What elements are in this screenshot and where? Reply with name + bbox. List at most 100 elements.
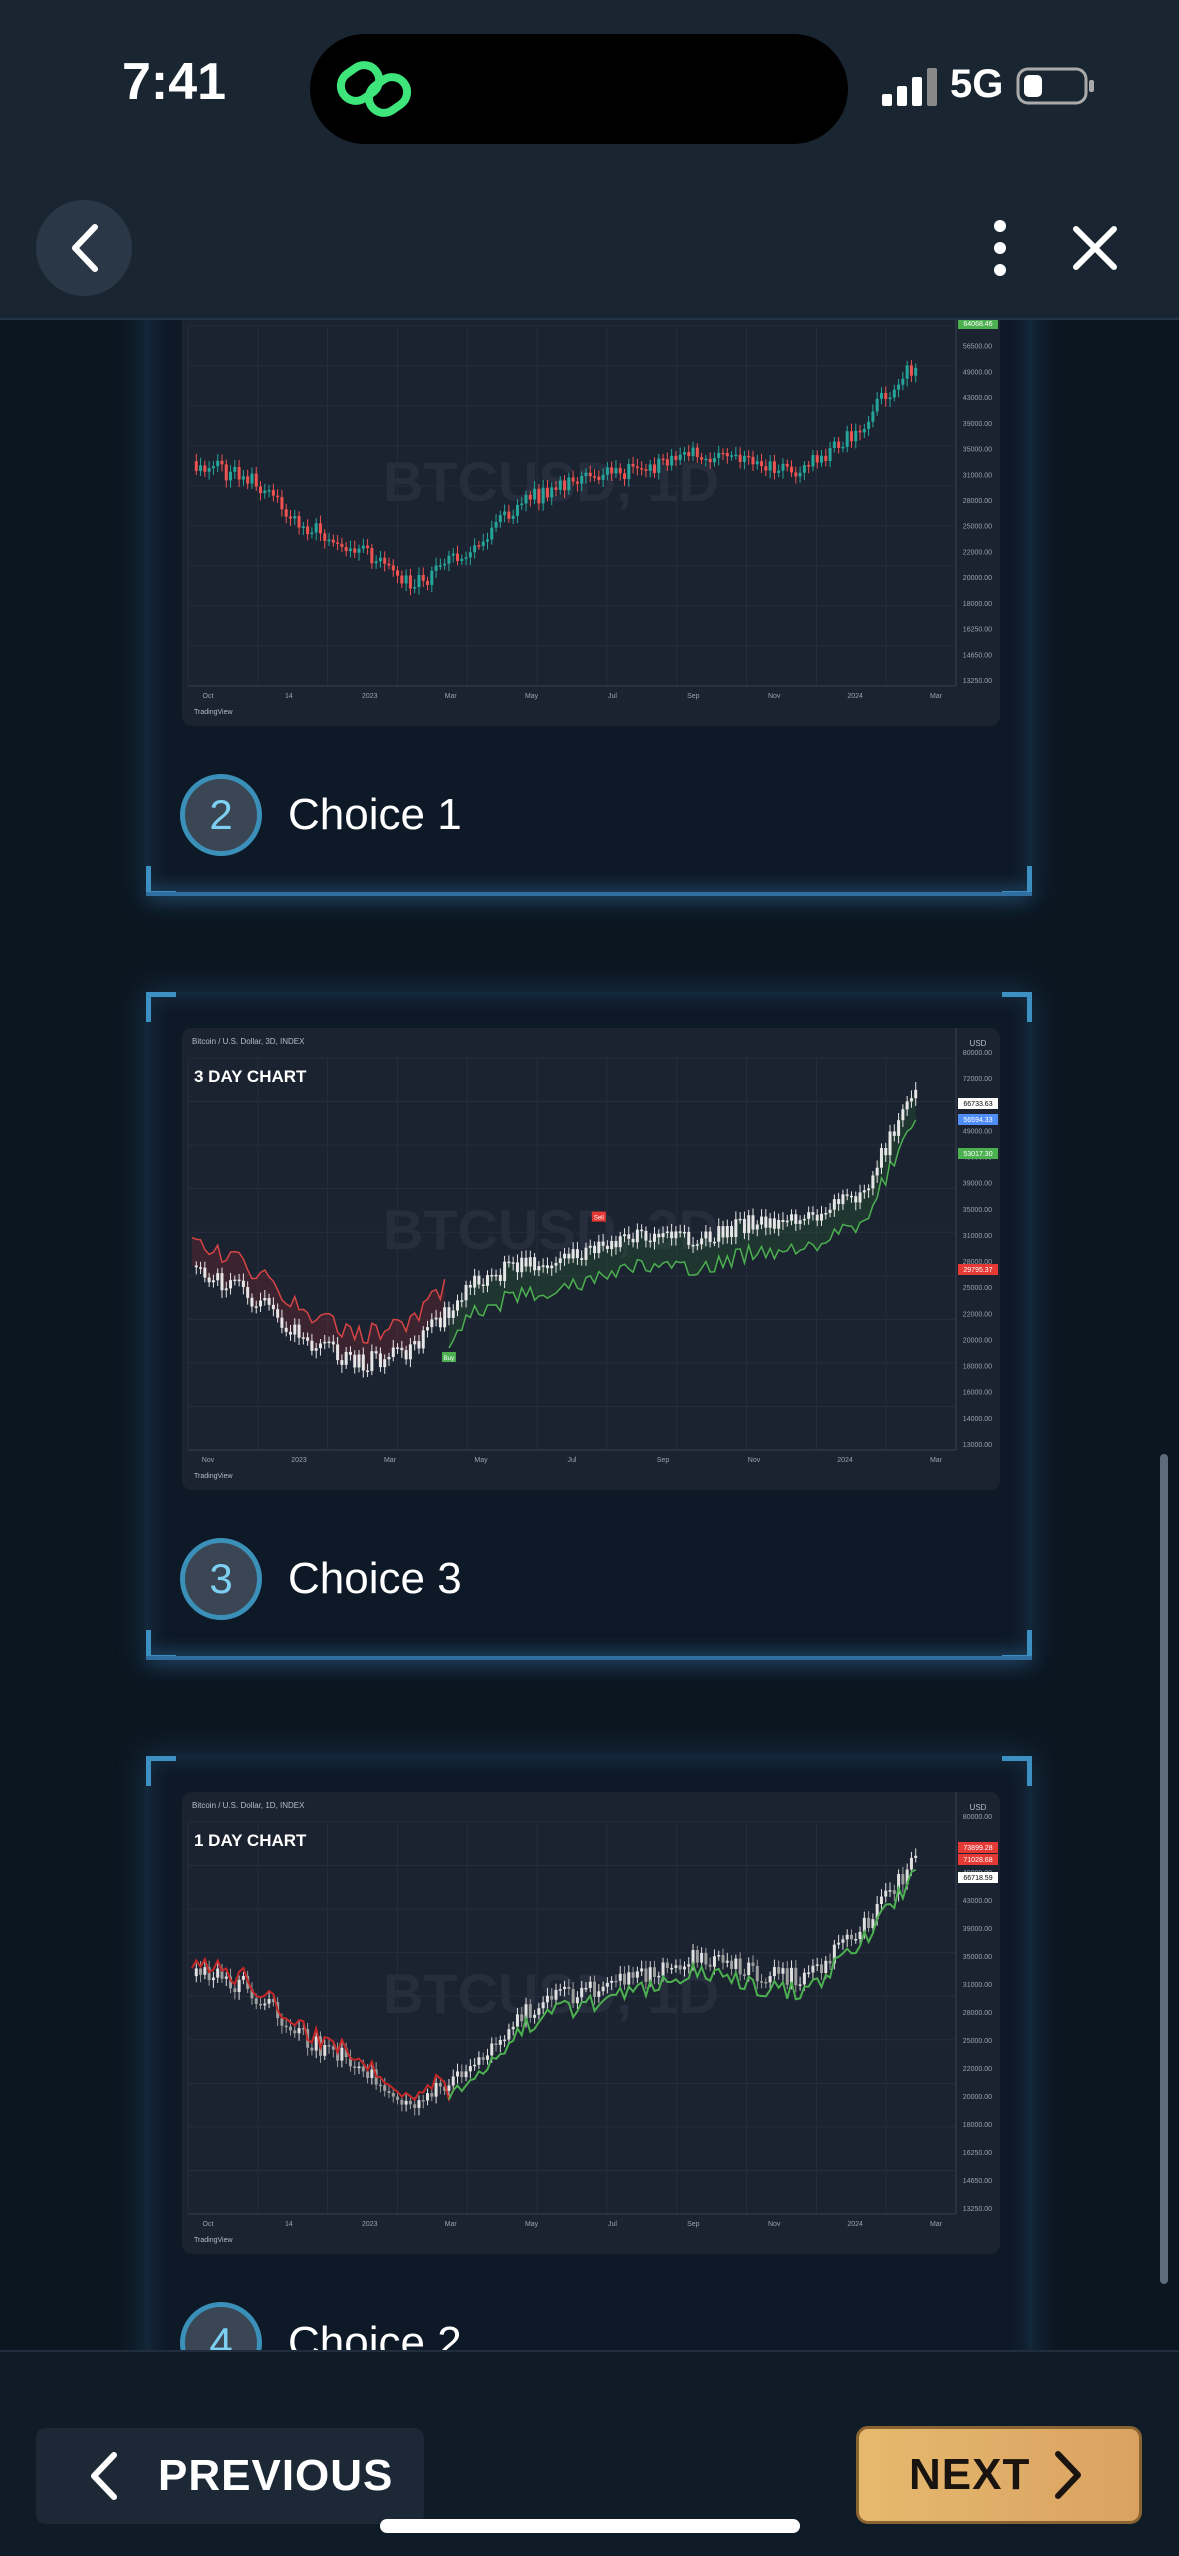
- candle: [712, 1241, 716, 1244]
- dynamic-island: [310, 34, 848, 144]
- candle: [323, 2044, 327, 2056]
- candle: [695, 1244, 699, 1246]
- next-label: NEXT: [909, 2450, 1031, 2499]
- y-tick: 72000.00: [963, 1076, 992, 1083]
- candle: [276, 495, 280, 498]
- candle: [310, 532, 314, 535]
- candle: [199, 1267, 203, 1269]
- x-tick: 2024: [837, 1457, 853, 1464]
- choice-card[interactable]: Bitcoin / U.S. Dollar, 3D, INDEX USD BTCUS…: [146, 992, 1032, 1660]
- candle: [404, 2100, 408, 2105]
- candle: [498, 515, 502, 522]
- next-button[interactable]: NEXT: [856, 2426, 1142, 2524]
- candle: [199, 1968, 203, 1975]
- candle: [717, 452, 721, 458]
- x-tick: May: [525, 693, 539, 700]
- candle: [327, 2044, 331, 2047]
- more-options-button[interactable]: [970, 206, 1030, 290]
- candle: [648, 464, 652, 471]
- candle: [271, 1304, 275, 1310]
- choices-scroll-area[interactable]: BTCUSD, 1D 1 DAY CHART 72000.00 56500.00 490…: [0, 320, 1179, 2350]
- candle: [700, 456, 704, 460]
- candle: [284, 1327, 288, 1332]
- x-tick: Sep: [687, 2221, 700, 2228]
- candle: [426, 1327, 430, 1331]
- candle: [571, 1249, 575, 1259]
- candle: [768, 1976, 772, 1983]
- y-tick: 43000.00: [963, 395, 992, 402]
- candle: [357, 2066, 361, 2069]
- choice-option[interactable]: 4 Choice 2: [180, 2302, 462, 2350]
- candle: [297, 1324, 301, 1338]
- candle: [593, 476, 597, 478]
- candle: [229, 1280, 233, 1289]
- candle: [216, 460, 220, 467]
- candle: [421, 574, 425, 581]
- candle: [618, 468, 622, 474]
- candle: [730, 1225, 734, 1238]
- y-tick: 14650.00: [963, 2178, 992, 2185]
- candle: [824, 455, 828, 462]
- candle: [378, 557, 382, 562]
- candle: [588, 472, 592, 477]
- choice-card[interactable]: Bitcoin / U.S. Dollar, 1D, INDEX USD BTCUS…: [146, 1756, 1032, 2350]
- candle: [563, 480, 567, 491]
- candle: [528, 494, 532, 500]
- choice-card[interactable]: BTCUSD, 1D1 DAY CHART72000.0056500.00490…: [146, 320, 1032, 896]
- candle: [682, 1966, 686, 1970]
- candle: [220, 1273, 224, 1291]
- back-button[interactable]: [36, 200, 132, 296]
- candle: [383, 1359, 387, 1368]
- close-button[interactable]: [1060, 206, 1130, 290]
- candle: [430, 1319, 434, 1328]
- candle: [280, 2018, 284, 2026]
- candle: [545, 487, 549, 498]
- candle: [897, 1120, 901, 1136]
- candle: [306, 526, 310, 535]
- candle: [460, 2071, 464, 2078]
- candle: [494, 1274, 498, 1277]
- candle: [353, 2066, 357, 2068]
- chart-image: Bitcoin / U.S. Dollar, 1D, INDEX USD BTCUS…: [182, 1792, 1000, 2254]
- candle: [391, 565, 395, 571]
- candle: [438, 2082, 442, 2087]
- candle: [742, 1974, 746, 1976]
- candle: [605, 1982, 609, 1987]
- candle: [610, 467, 614, 474]
- candle: [220, 460, 224, 465]
- candle: [794, 1214, 798, 1224]
- candle: [905, 365, 909, 379]
- candle: [631, 1972, 635, 1978]
- candle: [820, 1213, 824, 1221]
- previous-button[interactable]: PREVIOUS: [36, 2428, 424, 2524]
- y-tick: 25000.00: [963, 1285, 992, 1292]
- candle: [336, 542, 340, 545]
- candle: [862, 428, 866, 433]
- x-tick: Nov: [768, 2221, 781, 2228]
- candle: [533, 2014, 537, 2018]
- candle: [408, 2100, 412, 2105]
- candle: [605, 467, 609, 475]
- candle: [481, 2057, 485, 2060]
- candle: [477, 1275, 481, 1285]
- scrollbar[interactable]: [1160, 1454, 1168, 2284]
- candle: [575, 1997, 579, 2004]
- candle: [721, 1226, 725, 1238]
- candle: [288, 516, 292, 519]
- candle: [738, 454, 742, 462]
- choice-option[interactable]: 2 Choice 1: [180, 774, 462, 856]
- candle: [755, 1224, 759, 1230]
- candle: [494, 521, 498, 528]
- candle: [867, 1188, 871, 1191]
- choice-option[interactable]: 3 Choice 3: [180, 1538, 462, 1620]
- candle: [456, 553, 460, 561]
- candle: [533, 488, 537, 500]
- candle: [871, 1175, 875, 1189]
- candle: [229, 471, 233, 481]
- candle: [310, 2047, 314, 2051]
- chevron-left-icon: [91, 2452, 117, 2500]
- candle: [571, 477, 575, 482]
- candle: [400, 2099, 404, 2105]
- candle: [815, 1964, 819, 1966]
- candle: [468, 2066, 472, 2072]
